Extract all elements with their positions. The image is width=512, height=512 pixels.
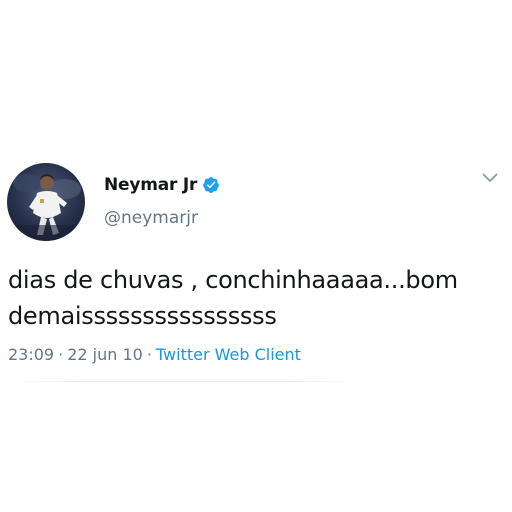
user-handle[interactable]: @neymarjr: [104, 208, 198, 228]
tweet-time[interactable]: 23:09: [8, 345, 54, 364]
avatar-photo: [7, 174, 85, 241]
tweet-screenshot: Neymar Jr @neymarjr dias de chuvas , con…: [0, 0, 512, 512]
tweet-source-link[interactable]: Twitter Web Client: [156, 345, 301, 364]
tweet-date[interactable]: 22 jun 10: [67, 345, 143, 364]
display-name[interactable]: Neymar Jr: [104, 175, 197, 195]
chevron-down-icon: [482, 173, 498, 182]
more-options-button[interactable]: [478, 168, 502, 188]
tweet-text-line: demaissssssssssssssss: [8, 302, 277, 330]
meta-separator: ·: [58, 345, 64, 364]
divider: [20, 381, 350, 382]
verified-badge-icon: [202, 176, 220, 194]
meta-separator: ·: [146, 345, 152, 364]
tweet-text-line: dias de chuvas , conchinhaaaaa...bom: [8, 266, 458, 294]
name-row: Neymar Jr: [104, 175, 220, 195]
tweet-text: dias de chuvas , conchinhaaaaa...bom dem…: [8, 262, 504, 334]
avatar[interactable]: [7, 163, 85, 241]
tweet-meta: 23:09 · 22 jun 10 · Twitter Web Client: [8, 345, 301, 364]
